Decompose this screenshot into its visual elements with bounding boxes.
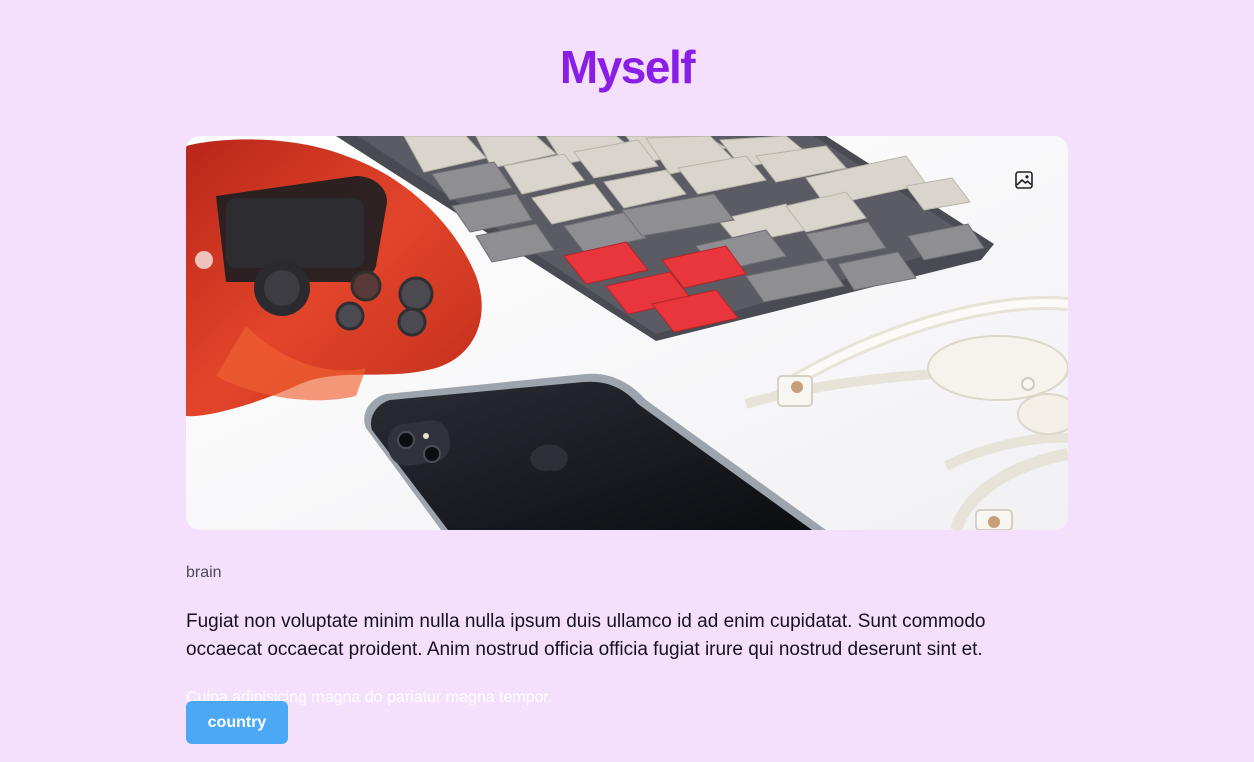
category-tag: brain bbox=[186, 564, 222, 581]
image-icon[interactable] bbox=[1014, 170, 1034, 190]
page-title: Myself bbox=[559, 41, 696, 93]
country-button[interactable]: country bbox=[186, 701, 288, 744]
page: Myself brain Fugiat non voluptate minim … bbox=[0, 0, 1254, 762]
hero-image bbox=[186, 136, 1068, 530]
hero-photo bbox=[186, 136, 1068, 530]
description-text: Fugiat non voluptate minim nulla nulla i… bbox=[186, 611, 986, 660]
